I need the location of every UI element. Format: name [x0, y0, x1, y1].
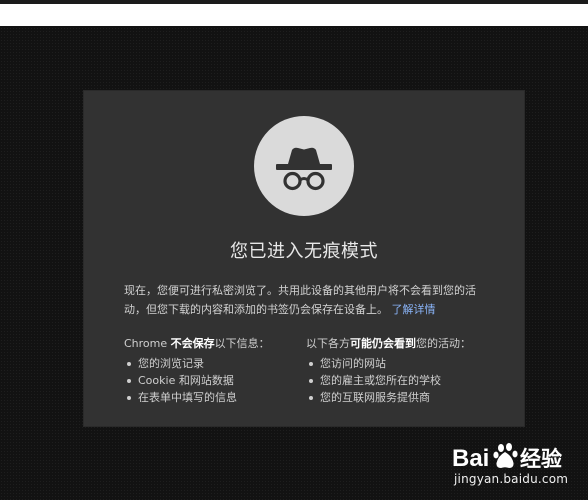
list-item: 在表单中填写的信息 — [124, 389, 294, 406]
screenshot-page: 您已进入无痕模式 现在，您便可进行私密浏览了。共用此设备的其他用户将不会看到您的… — [0, 0, 588, 500]
list-item: 您的浏览记录 — [124, 355, 294, 372]
intro-paragraph: 现在，您便可进行私密浏览了。共用此设备的其他用户将不会看到您的活动，但您下载的内… — [124, 281, 494, 319]
incognito-spy-icon — [276, 147, 332, 191]
list-item: 您访问的网站 — [306, 355, 496, 372]
list-item: 您的互联网服务提供商 — [306, 389, 496, 406]
may-be-visible-section: 以下各方可能仍会看到您的活动： 您访问的网站 您的雇主或您所在的学校 您的互联网… — [306, 335, 496, 406]
incognito-card: 您已进入无痕模式 现在，您便可进行私密浏览了。共用此设备的其他用户将不会看到您的… — [84, 91, 524, 426]
may-be-visible-heading-suffix: 您的活动： — [416, 337, 471, 350]
top-edge-line — [0, 0, 588, 4]
watermark-url: jingyan.baidu.com — [454, 472, 569, 486]
may-be-visible-heading-prefix: 以下各方 — [306, 337, 350, 350]
not-saved-heading-suffix: 以下信息： — [214, 337, 270, 350]
learn-more-link[interactable]: 了解详情 — [392, 303, 436, 316]
not-saved-heading: Chrome 不会保存以下信息： — [124, 335, 294, 353]
may-be-visible-list: 您访问的网站 您的雇主或您所在的学校 您的互联网服务提供商 — [306, 355, 496, 406]
page-title: 您已进入无痕模式 — [230, 241, 378, 262]
svg-text:经验: 经验 — [520, 447, 562, 471]
browser-top-bar — [0, 0, 588, 26]
baidu-jingyan-watermark: Bai 经验 jingyan.baidu.com — [450, 438, 580, 494]
not-saved-section: Chrome 不会保存以下信息： 您的浏览记录 Cookie 和网站数据 在表单… — [124, 335, 294, 406]
may-be-visible-heading-emphasis: 可能仍会看到 — [350, 337, 416, 350]
list-item: Cookie 和网站数据 — [124, 372, 294, 389]
not-saved-heading-emphasis: 不会保存 — [170, 337, 215, 350]
incognito-icon — [254, 116, 354, 216]
baidu-paw-icon — [493, 443, 518, 468]
may-be-visible-heading: 以下各方可能仍会看到您的活动： — [306, 335, 496, 353]
not-saved-heading-prefix: Chrome — [124, 337, 171, 350]
baidu-jingyan-logo: Bai 经验 — [452, 443, 562, 472]
list-item: 您的雇主或您所在的学校 — [306, 372, 496, 389]
svg-text:Bai: Bai — [452, 445, 489, 472]
not-saved-list: 您的浏览记录 Cookie 和网站数据 在表单中填写的信息 — [124, 355, 294, 406]
